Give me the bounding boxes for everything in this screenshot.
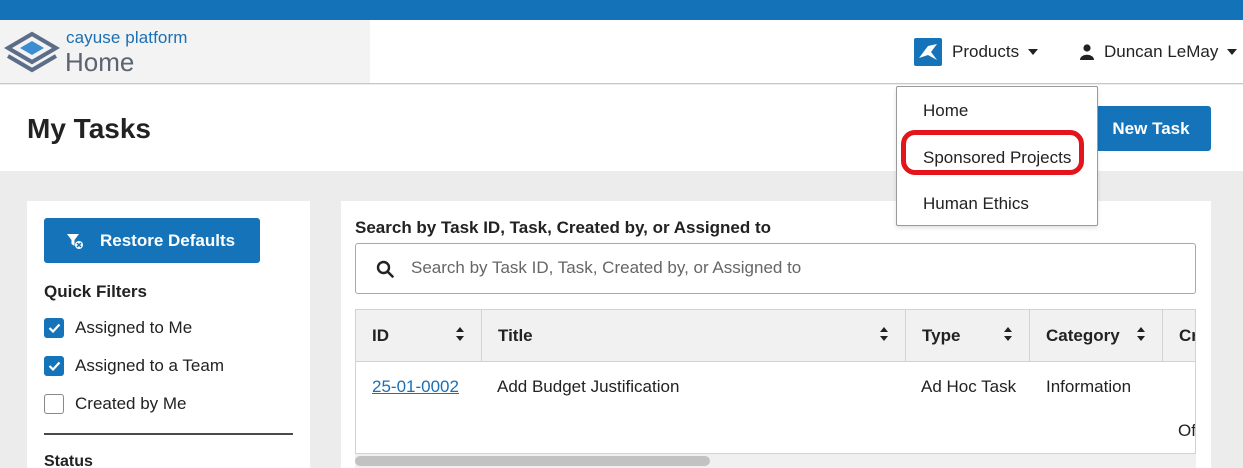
restore-defaults-label: Restore Defaults (100, 230, 236, 250)
sort-icon[interactable] (1003, 324, 1013, 344)
sidebar-divider (44, 433, 293, 435)
status-heading: Status (44, 453, 93, 468)
products-label: Products (952, 41, 1020, 61)
menu-item-human-ethics[interactable]: Human Ethics (923, 194, 1029, 214)
checkbox-checked[interactable] (44, 356, 64, 376)
tasks-table: ID Title Type Category Cr 25-01-0002 Add… (355, 309, 1196, 454)
user-menu-button[interactable]: Duncan LeMay (1076, 20, 1243, 83)
brand-area[interactable]: cayuse platform Home (0, 20, 370, 83)
filter-created-by-me[interactable]: Created by Me (44, 394, 187, 414)
brand-name: cayuse platform (66, 28, 188, 47)
sort-icon[interactable] (879, 324, 889, 344)
filters-sidebar: Restore Defaults Quick Filters Assigned … (27, 201, 310, 468)
products-menu-button[interactable]: Products (900, 20, 1060, 83)
app-header: cayuse platform Home Products Duncan LeM… (0, 20, 1243, 84)
cayuse-logo-icon (4, 31, 60, 73)
task-category: Information (1046, 377, 1132, 396)
check-icon (48, 323, 60, 333)
column-label: Cr (1179, 326, 1195, 345)
column-header-title[interactable]: Title (482, 310, 906, 362)
user-name: Duncan LeMay (1104, 41, 1219, 61)
chevron-down-icon (1227, 48, 1238, 55)
filter-label: Assigned to a Team (75, 356, 224, 375)
column-label: ID (372, 326, 389, 345)
column-header-created[interactable]: Cr (1163, 310, 1195, 362)
filter-reset-icon (67, 233, 83, 249)
table-header: ID Title Type Category Cr (356, 310, 1195, 362)
column-label: Type (922, 326, 961, 345)
scrollbar-thumb[interactable] (355, 456, 710, 466)
sort-icon[interactable] (1136, 324, 1146, 344)
filter-assigned-to-me[interactable]: Assigned to Me (44, 318, 192, 338)
column-header-category[interactable]: Category (1030, 310, 1163, 362)
check-icon (48, 361, 60, 371)
menu-item-home[interactable]: Home (923, 101, 968, 121)
chevron-down-icon (1028, 48, 1039, 55)
table-row[interactable]: 25-01-0002 Add Budget Justification Ad H… (356, 363, 1196, 453)
quick-filters-heading: Quick Filters (44, 282, 147, 301)
menu-item-sponsored-projects[interactable]: Sponsored Projects (923, 148, 1071, 168)
task-title: Add Budget Justification (497, 377, 680, 396)
column-label: Title (498, 326, 533, 345)
restore-defaults-button[interactable]: Restore Defaults (44, 218, 260, 263)
task-type: Ad Hoc Task (921, 377, 1017, 396)
products-app-icon (914, 37, 942, 66)
filter-label: Created by Me (75, 394, 187, 413)
search-label: Search by Task ID, Task, Created by, or … (355, 218, 772, 237)
filter-label: Assigned to Me (75, 318, 193, 337)
products-dropdown-menu: Home Sponsored Projects Human Ethics (896, 86, 1098, 226)
new-task-button[interactable]: New Task (1091, 106, 1211, 151)
search-icon (376, 260, 394, 278)
column-label: Category (1046, 326, 1120, 345)
brand-page-name: Home (65, 47, 135, 77)
checkbox-unchecked[interactable] (44, 394, 64, 414)
column-header-id[interactable]: ID (356, 310, 482, 362)
top-accent-bar (0, 0, 1243, 20)
search-box[interactable] (355, 243, 1196, 294)
sort-icon[interactable] (455, 324, 465, 344)
search-input[interactable] (411, 258, 1111, 278)
task-created-partial: Of (1178, 421, 1196, 440)
person-icon (1080, 43, 1094, 60)
tasks-panel: Search by Task ID, Task, Created by, or … (341, 201, 1211, 468)
task-id-link[interactable]: 25-01-0002 (372, 377, 459, 397)
page-title: My Tasks (27, 113, 151, 144)
filter-assigned-to-team[interactable]: Assigned to a Team (44, 356, 224, 376)
horizontal-scrollbar[interactable] (355, 454, 1196, 468)
checkbox-checked[interactable] (44, 318, 64, 338)
column-header-type[interactable]: Type (906, 310, 1030, 362)
